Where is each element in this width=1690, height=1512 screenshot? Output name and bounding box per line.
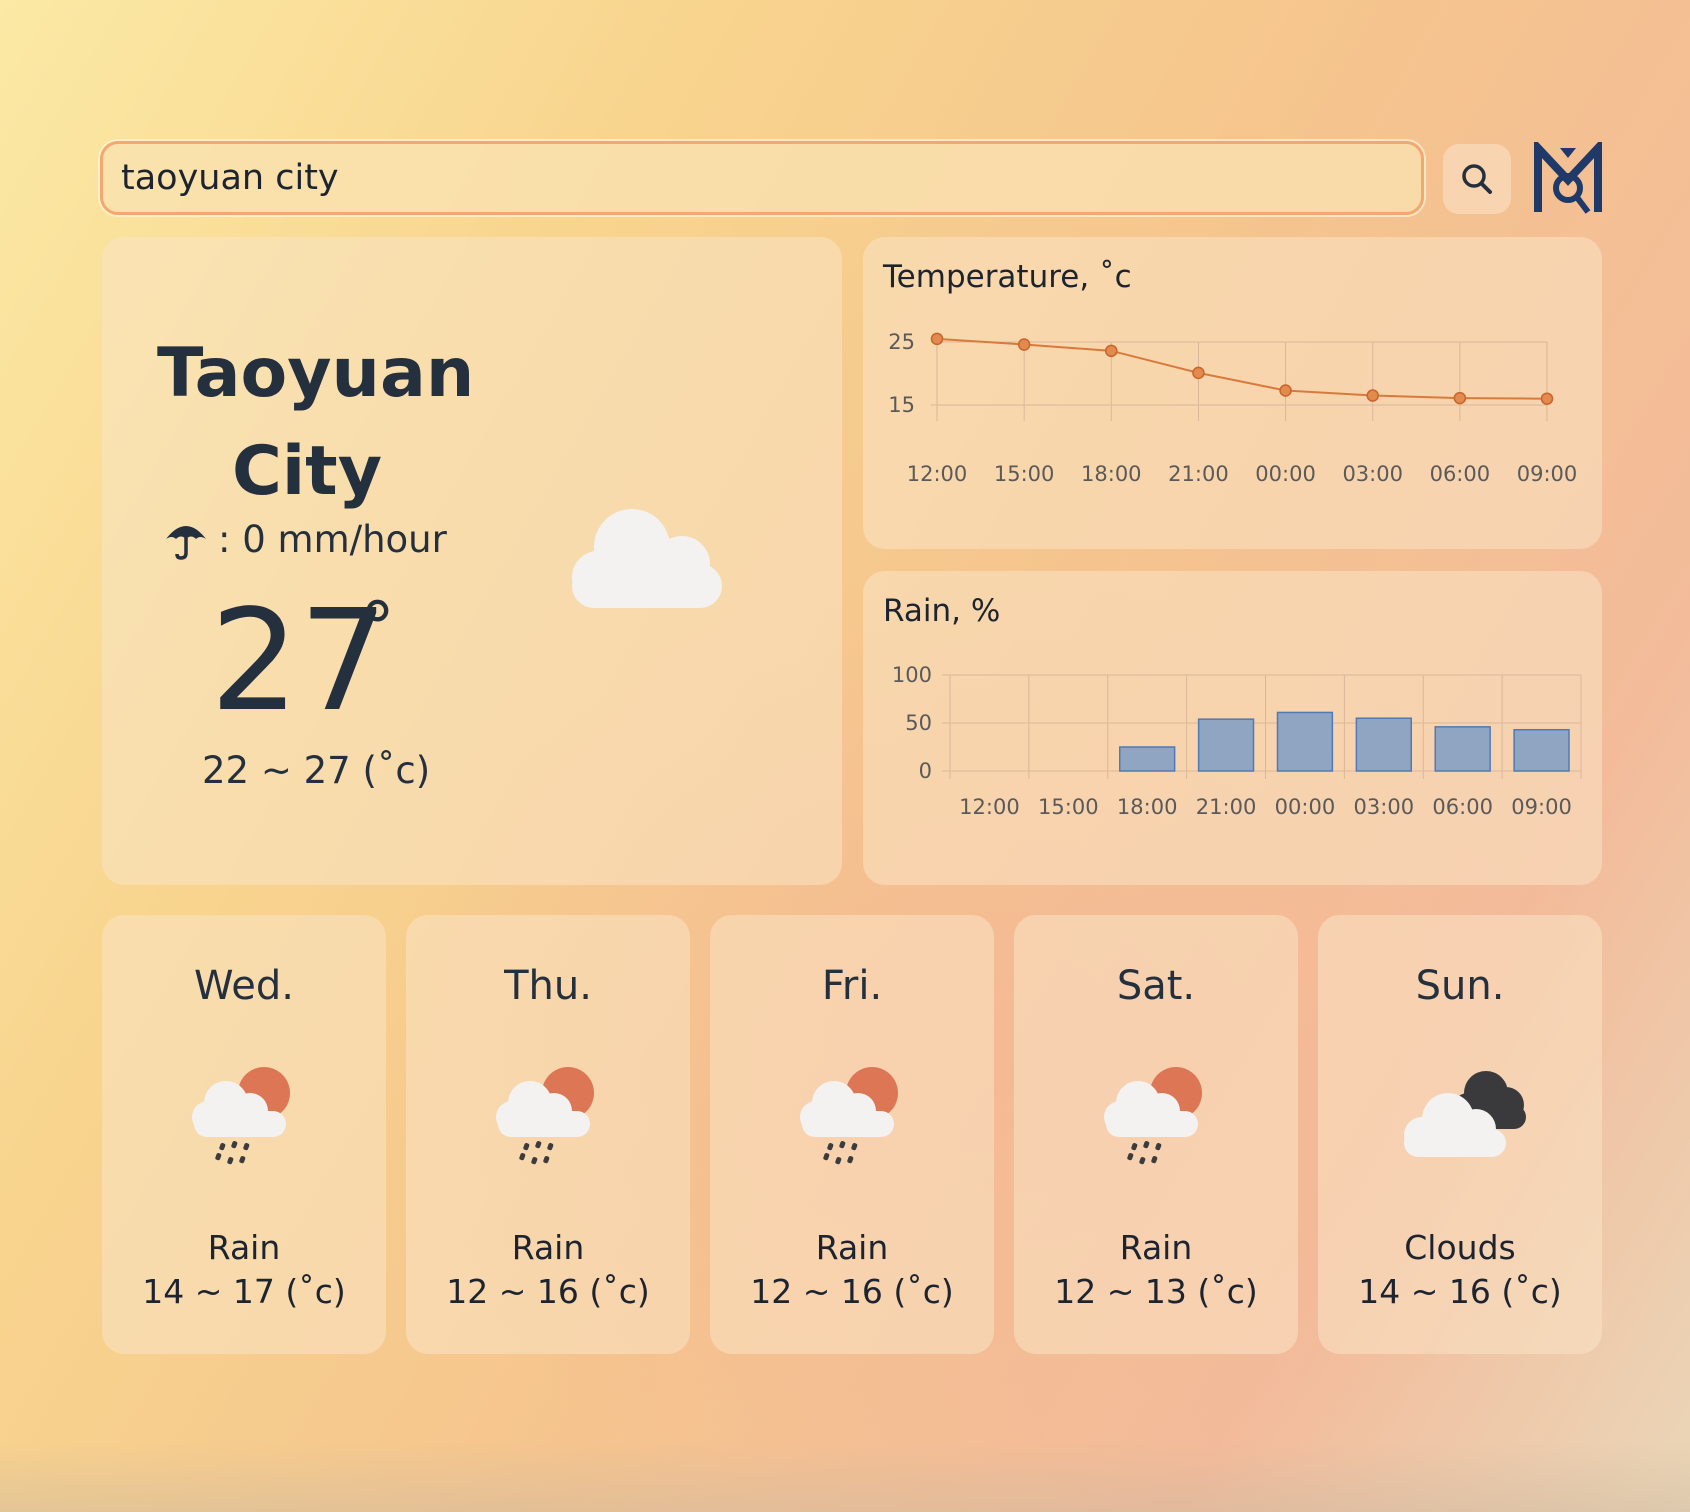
x-tick-label: 06:00 xyxy=(1430,462,1491,486)
x-tick-label: 21:00 xyxy=(1196,795,1257,819)
y-tick-label: 25 xyxy=(888,330,915,354)
forecast-condition: Rain xyxy=(815,1228,889,1267)
x-tick-label: 21:00 xyxy=(1168,462,1229,486)
rain-sun-icon xyxy=(488,1055,608,1170)
forecast-card-sat: Sat. Rain 12 ~ 13 (˚c) xyxy=(1014,915,1298,1354)
forecast-card-wed: Wed. Rain 14 ~ 17 (˚c) xyxy=(102,915,386,1354)
x-tick-label: 12:00 xyxy=(907,462,968,486)
x-tick-label: 18:00 xyxy=(1117,795,1178,819)
forecast-range: 12 ~ 16 (˚c) xyxy=(750,1272,954,1311)
rain-sun-icon xyxy=(792,1055,912,1170)
rain-bar xyxy=(1276,711,1334,772)
clouds-icon xyxy=(1388,1055,1538,1170)
x-tick-label: 12:00 xyxy=(959,795,1020,819)
forecast-condition: Clouds xyxy=(1404,1228,1516,1267)
temperature-point xyxy=(1453,391,1467,405)
temperature-point xyxy=(1017,338,1031,351)
search-input[interactable] xyxy=(121,152,1401,204)
forecast-range: 14 ~ 16 (˚c) xyxy=(1358,1272,1562,1311)
x-tick-label: 03:00 xyxy=(1342,462,1403,486)
rain-chart: 100 50 0 12:00 15:00 18:00 21:00 00:00 03:00 06:0… xyxy=(892,663,1582,819)
forecast-condition: Rain xyxy=(511,1228,585,1267)
x-tick-label: 18:00 xyxy=(1081,462,1142,486)
precipitation-text: : 0 mm/hour xyxy=(218,517,447,561)
search-box[interactable] xyxy=(100,141,1424,215)
temperature-point xyxy=(1366,389,1379,402)
rain-bar xyxy=(1513,728,1570,772)
search-icon xyxy=(1462,164,1492,194)
x-tick-label: 03:00 xyxy=(1354,795,1415,819)
x-tick-label: 09:00 xyxy=(1517,462,1578,486)
temperature-point xyxy=(1192,366,1205,380)
rain-bar xyxy=(1119,746,1176,772)
temperature-point xyxy=(1105,344,1118,358)
rain-bar xyxy=(1355,717,1412,772)
forecast-day: Sun. xyxy=(1415,963,1505,1009)
x-tick-label: 06:00 xyxy=(1432,795,1493,819)
umbrella-icon xyxy=(166,526,206,560)
forecast-card-sun: Sun. Clouds 14 ~ 16 (˚c) xyxy=(1318,915,1602,1354)
forecast-day: Fri. xyxy=(821,963,883,1009)
forecast-card-fri: Fri. Rain 12 ~ 16 (˚c) xyxy=(710,915,994,1354)
y-tick-label: 100 xyxy=(892,663,932,687)
forecast-condition: Rain xyxy=(207,1228,281,1267)
rain-sun-icon xyxy=(1096,1055,1216,1170)
x-tick-label: 15:00 xyxy=(1038,795,1099,819)
temperature-chart: 25 15 12:00 15:00 18:00 21:00 00:00 03:00 06:00 0… xyxy=(888,330,1578,486)
forecast-range: 14 ~ 17 (˚c) xyxy=(142,1272,346,1311)
brand-logo[interactable] xyxy=(1532,137,1604,216)
rain-bar xyxy=(1434,726,1491,772)
forecast-range: 12 ~ 16 (˚c) xyxy=(446,1272,650,1311)
current-weather-card: Taoyuan City : 0 mm/hour 27 ° 22 ~ 27 (˚… xyxy=(102,237,842,885)
x-tick-label: 00:00 xyxy=(1275,795,1336,819)
temperature-point xyxy=(1279,384,1292,397)
x-tick-label: 15:00 xyxy=(994,462,1055,486)
rain-bar xyxy=(1197,718,1255,772)
degree-symbol: ° xyxy=(360,587,395,669)
rain-sun-icon xyxy=(184,1055,304,1170)
temperature-range: 22 ~ 27 (˚c) xyxy=(202,749,431,792)
forecast-condition: Rain xyxy=(1119,1228,1193,1267)
forecast-day: Thu. xyxy=(504,963,592,1009)
temperature-point xyxy=(1540,392,1554,405)
city-name: Taoyuan City xyxy=(157,334,475,511)
brand-logo-icon xyxy=(1534,137,1602,214)
temperature-chart-card: Temperature, ˚c 25 15 12:00 15:00 18:00 21:00… xyxy=(863,237,1602,549)
y-tick-label: 0 xyxy=(919,759,932,783)
forecast-range: 12 ~ 13 (˚c) xyxy=(1054,1272,1258,1311)
x-tick-label: 00:00 xyxy=(1255,462,1316,486)
cloud-icon xyxy=(572,509,722,608)
forecast-card-thu: Thu. Rain 12 ~ 16 (˚c) xyxy=(406,915,690,1354)
temperature-point xyxy=(930,332,944,346)
rain-chart-card: Rain, % 100 50 0 12:00 15:00 18:00 21:00 00:00 0… xyxy=(863,571,1602,885)
background-fade xyxy=(0,1442,1690,1512)
x-tick-label: 09:00 xyxy=(1511,795,1572,819)
y-tick-label: 15 xyxy=(888,393,915,417)
forecast-day: Sat. xyxy=(1116,963,1196,1009)
y-tick-label: 50 xyxy=(905,711,932,735)
search-button[interactable] xyxy=(1443,144,1511,214)
forecast-day: Wed. xyxy=(194,963,294,1009)
precipitation: : 0 mm/hour xyxy=(162,517,447,561)
